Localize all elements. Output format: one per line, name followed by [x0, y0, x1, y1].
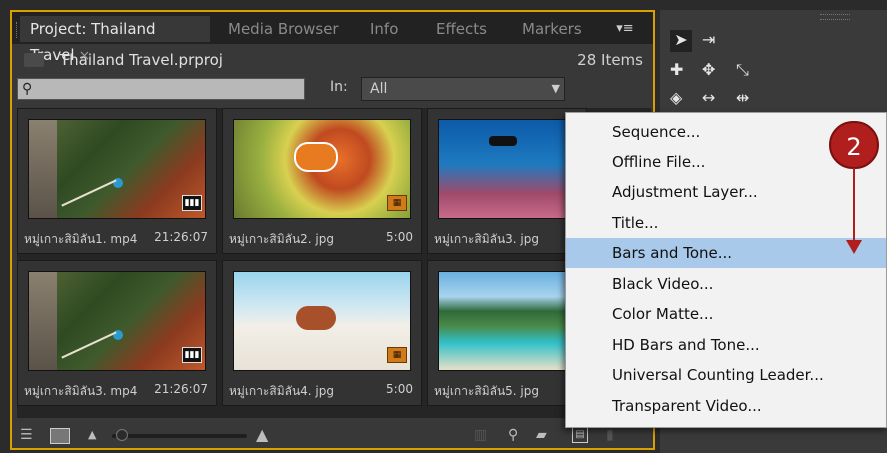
thumbnail: [233, 119, 411, 219]
app-window: Project: Thailand Travel × Media Browser …: [0, 0, 887, 453]
tile-name: หมู่เกาะสิมิลัน3. mp4: [24, 384, 138, 398]
find-icon[interactable]: ⚲: [508, 426, 518, 444]
new-bin-icon[interactable]: ▰: [536, 426, 547, 444]
menu-item-transparent-video[interactable]: Transparent Video...: [566, 391, 886, 421]
filter-select[interactable]: All ▼: [361, 77, 565, 101]
zoom-out-icon[interactable]: ▲: [88, 426, 96, 444]
track-select-tool-icon[interactable]: ⇥: [702, 30, 715, 49]
automate-icon: ▥: [474, 427, 488, 443]
zoom-slider-handle[interactable]: [116, 429, 128, 441]
new-item-icon[interactable]: ▤: [572, 427, 588, 443]
panel-footer: ☰ ▲ ▲ ▥ ⚲ ▰ ▤ ▮: [12, 422, 653, 448]
video-badge-icon: ▮▮▮: [182, 347, 202, 363]
zoom-slider[interactable]: [112, 434, 247, 438]
media-tile[interactable]: ▮▮▮ หมู่เกาะสิมิลัน1. mp4 21:26:07: [17, 108, 217, 254]
thumbnail: [28, 271, 206, 371]
project-info-row: Thailand Travel.prproj 28 Items: [12, 46, 653, 76]
image-badge-icon: ▦: [387, 347, 407, 363]
tile-name: หมู่เกาะสิมิลัน5. jpg: [434, 384, 539, 398]
menu-item-universal-counting-leader[interactable]: Universal Counting Leader...: [566, 360, 886, 390]
tab-project[interactable]: Project: Thailand Travel ×: [20, 16, 210, 64]
list-view-icon[interactable]: ☰: [20, 426, 33, 444]
step-annotation-badge: 2: [829, 121, 879, 169]
tile-duration: 21:26:07: [154, 230, 208, 244]
filter-value: All: [370, 81, 388, 97]
menu-item-color-matte[interactable]: Color Matte...: [566, 299, 886, 329]
menu-item-bars-and-tone[interactable]: Bars and Tone...: [566, 238, 886, 268]
menu-item-adjustment-layer[interactable]: Adjustment Layer...: [566, 177, 886, 207]
annotation-arrow-head: [846, 240, 862, 254]
media-tile[interactable]: ▮▮▮ หมู่เกาะสิมิลัน3. mp4 21:26:07: [17, 260, 217, 406]
items-count: 28 Items: [577, 51, 643, 69]
image-badge-icon: ▦: [387, 195, 407, 211]
tab-markers[interactable]: Markers: [512, 16, 598, 42]
slip-tool-icon[interactable]: ↔: [702, 88, 715, 107]
menu-item-title[interactable]: Title...: [566, 208, 886, 238]
tile-name: หมู่เกาะสิมิลัน1. mp4: [24, 232, 138, 246]
tile-name: หมู่เกาะสิมิลัน4. jpg: [229, 384, 334, 398]
tile-duration: 5:00: [386, 382, 413, 396]
media-tile[interactable]: ▦ หมู่เกาะสิมิลัน4. jpg 5:00: [222, 260, 422, 406]
trash-icon: ▮: [606, 427, 614, 443]
tab-effects[interactable]: Effects: [426, 16, 506, 42]
search-input[interactable]: ⚲: [17, 78, 305, 100]
project-panel: Project: Thailand Travel × Media Browser …: [10, 10, 655, 450]
project-file-name: Thailand Travel.prproj: [60, 51, 223, 69]
panel-tab-bar: Project: Thailand Travel × Media Browser …: [12, 12, 653, 64]
rolling-edit-tool-icon[interactable]: ✥: [702, 60, 715, 79]
menu-item-black-video[interactable]: Black Video...: [566, 269, 886, 299]
thumbnail: [28, 119, 206, 219]
tile-duration: 21:26:07: [154, 382, 208, 396]
icon-view-icon[interactable]: [50, 428, 70, 444]
ripple-edit-tool-icon[interactable]: ✚: [670, 60, 683, 79]
search-icon: ⚲: [22, 81, 33, 97]
video-badge-icon: ▮▮▮: [182, 195, 202, 211]
tile-duration: 5:00: [386, 230, 413, 244]
tab-info[interactable]: Info: [360, 16, 420, 42]
slide-tool-icon[interactable]: ⇹: [736, 88, 749, 107]
selection-tool-icon[interactable]: ➤: [670, 30, 692, 52]
tile-name: หมู่เกาะสิมิลัน2. jpg: [229, 232, 334, 246]
rate-stretch-tool-icon[interactable]: ⤡: [736, 60, 749, 80]
project-folder-icon: [24, 53, 44, 67]
tab-media-browser[interactable]: Media Browser: [218, 16, 348, 42]
razor-tool-icon[interactable]: ◈: [670, 88, 682, 107]
thumbnail: [233, 271, 411, 371]
menu-item-hd-bars-and-tone[interactable]: HD Bars and Tone...: [566, 330, 886, 360]
media-tile[interactable]: ▦ หมู่เกาะสิมิลัน2. jpg 5:00: [222, 108, 422, 254]
zoom-in-icon[interactable]: ▲: [256, 426, 268, 444]
panel-menu-icon[interactable]: ▾≡: [608, 18, 642, 40]
tile-name: หมู่เกาะสิมิลัน3. jpg: [434, 232, 539, 246]
tools-grip: [820, 14, 850, 20]
filter-label: In:: [330, 79, 348, 95]
media-grid: ▮▮▮ หมู่เกาะสิมิลัน1. mp4 21:26:07 ▦ หมู…: [17, 108, 651, 418]
media-tile[interactable]: หมู่เกาะสิมิลัน5. jpg: [427, 260, 588, 406]
annotation-arrow-line: [853, 168, 855, 246]
chevron-down-icon: ▼: [551, 82, 560, 95]
media-tile[interactable]: หมู่เกาะสิมิลัน3. jpg: [427, 108, 588, 254]
